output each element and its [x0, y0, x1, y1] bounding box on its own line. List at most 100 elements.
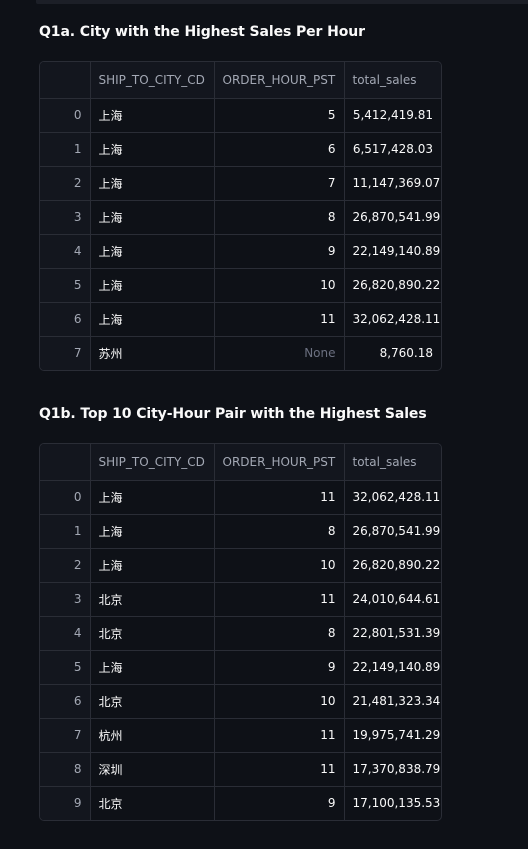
table-row[interactable]: 5 上海 9 22,149,140.89 [40, 650, 441, 685]
row-index-cell[interactable]: 2 [40, 548, 91, 583]
row-index-cell[interactable]: 1 [40, 514, 91, 549]
row-index-cell[interactable]: 5 [40, 268, 91, 303]
table-row[interactable]: 8 深圳 11 17,370,838.79 [40, 752, 441, 787]
city-cell[interactable]: 上海 [90, 200, 215, 235]
order-hour-cell[interactable]: 8 [214, 514, 345, 549]
city-cell[interactable]: 北京 [90, 582, 215, 617]
total-sales-cell[interactable]: 22,149,140.89 [344, 650, 441, 685]
city-cell[interactable]: 苏州 [90, 336, 215, 370]
table-row[interactable]: 9 北京 9 17,100,135.53 [40, 786, 441, 820]
row-index-cell[interactable]: 3 [40, 200, 91, 235]
order-hour-cell[interactable]: 10 [214, 548, 345, 583]
column-header-total-sales[interactable]: total_sales [344, 62, 441, 99]
order-hour-cell[interactable]: 11 [214, 480, 345, 515]
row-index-cell[interactable]: 4 [40, 234, 91, 269]
table-row[interactable]: 2 上海 7 11,147,369.07 [40, 166, 441, 201]
order-hour-cell[interactable]: 5 [214, 98, 345, 133]
column-header-total-sales[interactable]: total_sales [344, 444, 441, 481]
total-sales-cell[interactable]: 32,062,428.11 [344, 302, 441, 337]
city-cell[interactable]: 上海 [90, 234, 215, 269]
table-row[interactable]: 5 上海 10 26,820,890.22 [40, 268, 441, 303]
table-row[interactable]: 4 上海 9 22,149,140.89 [40, 234, 441, 269]
table-row[interactable]: 1 上海 6 6,517,428.03 [40, 132, 441, 167]
order-hour-cell[interactable]: 11 [214, 718, 345, 753]
table-row[interactable]: 0 上海 5 5,412,419.81 [40, 98, 441, 133]
row-index-cell[interactable]: 8 [40, 752, 91, 787]
total-sales-cell[interactable]: 17,370,838.79 [344, 752, 441, 787]
table-row[interactable]: 4 北京 8 22,801,531.39 [40, 616, 441, 651]
total-sales-cell[interactable]: 17,100,135.53 [344, 786, 441, 820]
order-hour-cell[interactable]: 9 [214, 234, 345, 269]
table-row[interactable]: 3 上海 8 26,870,541.99 [40, 200, 441, 235]
order-hour-cell[interactable]: 10 [214, 268, 345, 303]
row-index-cell[interactable]: 7 [40, 336, 91, 370]
index-column-header[interactable] [40, 444, 91, 481]
total-sales-cell[interactable]: 22,149,140.89 [344, 234, 441, 269]
city-cell[interactable]: 上海 [90, 548, 215, 583]
order-hour-cell[interactable]: 7 [214, 166, 345, 201]
table-row[interactable]: 7 杭州 11 19,975,741.29 [40, 718, 441, 753]
city-cell[interactable]: 杭州 [90, 718, 215, 753]
city-cell[interactable]: 上海 [90, 132, 215, 167]
total-sales-cell[interactable]: 22,801,531.39 [344, 616, 441, 651]
row-index-cell[interactable]: 7 [40, 718, 91, 753]
column-header-ship-to-city-cd[interactable]: SHIP_TO_CITY_CD [90, 62, 215, 99]
row-index-cell[interactable]: 9 [40, 786, 91, 820]
total-sales-cell[interactable]: 21,481,323.34 [344, 684, 441, 719]
order-hour-cell[interactable]: 11 [214, 582, 345, 617]
row-index-cell[interactable]: 1 [40, 132, 91, 167]
column-header-order-hour-pst[interactable]: ORDER_HOUR_PST [214, 444, 345, 481]
city-cell[interactable]: 上海 [90, 166, 215, 201]
city-cell[interactable]: 上海 [90, 650, 215, 685]
row-index-cell[interactable]: 4 [40, 616, 91, 651]
q1a-dataframe[interactable]: SHIP_TO_CITY_CD ORDER_HOUR_PST total_sal… [39, 61, 442, 371]
table-row[interactable]: 3 北京 11 24,010,644.61 [40, 582, 441, 617]
city-cell[interactable]: 北京 [90, 616, 215, 651]
city-cell[interactable]: 深圳 [90, 752, 215, 787]
row-index-cell[interactable]: 6 [40, 302, 91, 337]
order-hour-cell[interactable]: 9 [214, 786, 345, 820]
total-sales-cell[interactable]: 6,517,428.03 [344, 132, 441, 167]
city-cell[interactable]: 上海 [90, 480, 215, 515]
city-cell[interactable]: 北京 [90, 684, 215, 719]
total-sales-cell[interactable]: 8,760.18 [344, 336, 441, 370]
city-cell[interactable]: 上海 [90, 98, 215, 133]
row-index-cell[interactable]: 0 [40, 98, 91, 133]
city-cell[interactable]: 北京 [90, 786, 215, 820]
total-sales-cell[interactable]: 32,062,428.11 [344, 480, 441, 515]
total-sales-cell[interactable]: 11,147,369.07 [344, 166, 441, 201]
row-index-cell[interactable]: 5 [40, 650, 91, 685]
city-cell[interactable]: 上海 [90, 302, 215, 337]
row-index-cell[interactable]: 3 [40, 582, 91, 617]
total-sales-cell[interactable]: 26,820,890.22 [344, 268, 441, 303]
index-column-header[interactable] [40, 62, 91, 99]
table-row[interactable]: 6 北京 10 21,481,323.34 [40, 684, 441, 719]
total-sales-cell[interactable]: 5,412,419.81 [344, 98, 441, 133]
order-hour-cell[interactable]: 8 [214, 200, 345, 235]
table-row[interactable]: 2 上海 10 26,820,890.22 [40, 548, 441, 583]
q1b-dataframe[interactable]: SHIP_TO_CITY_CD ORDER_HOUR_PST total_sal… [39, 443, 442, 821]
table-row[interactable]: 0 上海 11 32,062,428.11 [40, 480, 441, 515]
total-sales-cell[interactable]: 26,820,890.22 [344, 548, 441, 583]
table-row[interactable]: 6 上海 11 32,062,428.11 [40, 302, 441, 337]
order-hour-cell[interactable]: 6 [214, 132, 345, 167]
order-hour-cell[interactable]: 10 [214, 684, 345, 719]
column-header-order-hour-pst[interactable]: ORDER_HOUR_PST [214, 62, 345, 99]
row-index-cell[interactable]: 2 [40, 166, 91, 201]
row-index-cell[interactable]: 6 [40, 684, 91, 719]
order-hour-cell[interactable]: 9 [214, 650, 345, 685]
order-hour-cell[interactable]: 8 [214, 616, 345, 651]
row-index-cell[interactable]: 0 [40, 480, 91, 515]
city-cell[interactable]: 上海 [90, 268, 215, 303]
total-sales-cell[interactable]: 24,010,644.61 [344, 582, 441, 617]
column-header-ship-to-city-cd[interactable]: SHIP_TO_CITY_CD [90, 444, 215, 481]
table-row[interactable]: 1 上海 8 26,870,541.99 [40, 514, 441, 549]
table-row[interactable]: 7 苏州 None 8,760.18 [40, 336, 441, 370]
total-sales-cell[interactable]: 26,870,541.99 [344, 200, 441, 235]
order-hour-cell[interactable]: 11 [214, 302, 345, 337]
total-sales-cell[interactable]: 19,975,741.29 [344, 718, 441, 753]
order-hour-cell[interactable]: 11 [214, 752, 345, 787]
city-cell[interactable]: 上海 [90, 514, 215, 549]
order-hour-cell[interactable]: None [214, 336, 345, 370]
total-sales-cell[interactable]: 26,870,541.99 [344, 514, 441, 549]
